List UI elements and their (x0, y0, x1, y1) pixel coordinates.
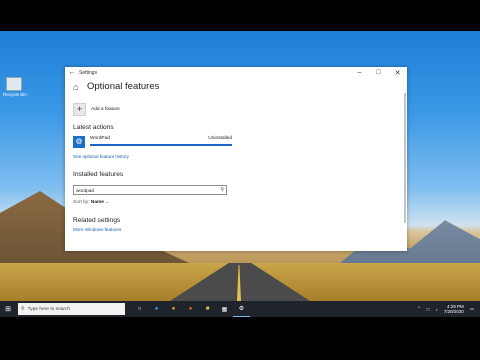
notifications-icon[interactable]: ▭ (470, 306, 474, 312)
window-scrollbar[interactable] (404, 93, 406, 223)
taskbar-search-placeholder: Type here to search (27, 306, 71, 312)
search-value: wordpad (76, 187, 94, 193)
clock-date: 7/20/2020 (443, 309, 464, 314)
search-icon: ⚲ (21, 306, 25, 312)
action-body: WordPad Uninstalled (90, 136, 232, 146)
file-explorer-icon[interactable]: ■ (199, 301, 216, 317)
related-settings-heading: Related settings (73, 217, 121, 224)
window-titlebar: ← Settings – □ ✕ (65, 67, 407, 78)
minimize-icon[interactable]: – (350, 69, 369, 76)
task-view-icon[interactable]: ○ (131, 301, 148, 317)
window-title: Settings (79, 69, 98, 76)
taskbar: ⊞ ⚲ Type here to search ○ ● ● ● ■ ▦ ⚙ ⌃ … (0, 301, 480, 317)
action-top: WordPad Uninstalled (90, 136, 232, 141)
windows-start-icon[interactable]: ⊞ (0, 305, 16, 313)
add-feature-button[interactable]: + Add a feature (73, 103, 399, 116)
feature-history-link[interactable]: See optional feature history (73, 154, 399, 159)
page-title: Optional features (87, 81, 160, 92)
volume-icon[interactable]: ♪ (435, 307, 437, 312)
taskbar-search-box[interactable]: ⚲ Type here to search (18, 303, 125, 315)
window-content: ⌂ Optional features + Add a feature Late… (65, 81, 407, 232)
action-progress-bar (90, 144, 232, 146)
desktop-icon-label: Recycle Bin (3, 92, 27, 97)
more-windows-features-link[interactable]: More Windows features (73, 227, 399, 232)
sort-dropdown[interactable]: Sort by: Name ⌄ (73, 200, 399, 205)
latest-actions-heading: Latest actions (73, 124, 114, 131)
letterbox-bottom (0, 317, 480, 360)
back-arrow-icon[interactable]: ← (65, 69, 79, 76)
page-header: ⌂ Optional features (73, 81, 399, 92)
recycle-bin-icon (6, 77, 22, 91)
sort-label: Sort by: (73, 200, 90, 205)
action-status: Uninstalled (208, 136, 232, 141)
desktop-icon-recycle-bin[interactable]: Recycle Bin (3, 77, 27, 97)
letterbox-top (0, 0, 480, 31)
latest-action-item: ⚙ WordPad Uninstalled (73, 136, 399, 148)
chrome-browser-icon[interactable]: ● (165, 301, 182, 317)
home-icon[interactable]: ⌂ (73, 82, 87, 92)
taskbar-clock[interactable]: 4:29 PM 7/20/2020 (444, 304, 464, 314)
system-tray: ⌃ □ ♪ 4:29 PM 7/20/2020 ▭ (417, 304, 480, 314)
feature-search-input[interactable]: wordpad ⚲ (73, 185, 227, 195)
action-name: WordPad (90, 136, 110, 141)
store-icon[interactable]: ▦ (216, 301, 233, 317)
settings-taskbar-icon[interactable]: ⚙ (233, 301, 250, 317)
chevron-down-icon: ⌄ (105, 200, 110, 205)
edge-browser-icon[interactable]: ● (148, 301, 165, 317)
taskbar-apps: ○ ● ● ● ■ ▦ ⚙ (131, 301, 250, 317)
network-icon[interactable]: □ (427, 307, 430, 312)
add-feature-label: Add a feature (91, 107, 120, 112)
firefox-browser-icon[interactable]: ● (182, 301, 199, 317)
maximize-icon[interactable]: □ (369, 69, 388, 76)
installed-features-heading: Installed features (73, 171, 124, 178)
gear-icon: ⚙ (73, 136, 85, 148)
search-icon: ⚲ (220, 187, 224, 193)
plus-icon: + (73, 103, 86, 116)
settings-window: ← Settings – □ ✕ ⌂ Optional features + A… (65, 67, 407, 251)
close-icon[interactable]: ✕ (388, 69, 407, 77)
sort-value: Name (90, 200, 104, 205)
show-hidden-icons-icon[interactable]: ⌃ (417, 306, 421, 312)
